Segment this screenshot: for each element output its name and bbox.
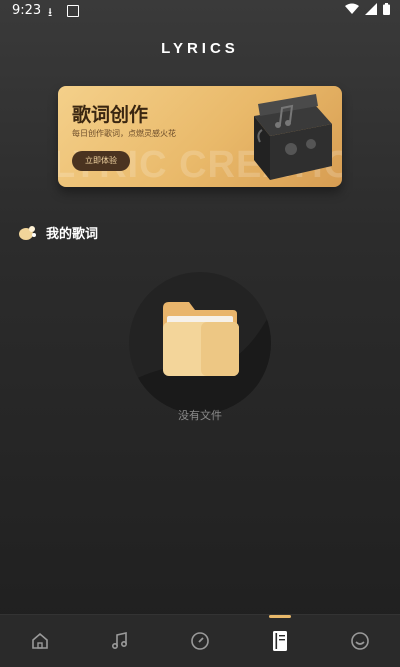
tab-profile[interactable] [340,621,380,661]
notebook-icon [273,631,287,651]
signal-icon [365,3,377,15]
bottom-tab-bar [0,614,400,667]
tab-discover[interactable] [180,621,220,661]
status-bar: 9:23 ⭳ [0,0,400,24]
my-lyrics-header: 我的歌词 [16,222,98,242]
home-icon [32,632,48,649]
compass-icon [191,632,209,650]
wifi-icon [345,3,359,14]
empty-state-text: 没有文件 [178,409,222,422]
folder-icon [163,302,239,376]
tab-lyrics[interactable] [260,615,300,661]
section-title: 我的歌词 [46,226,99,242]
smile-icon [351,632,369,650]
battery-icon [383,3,390,15]
music-box-icon [254,94,332,180]
banner-title: 歌词创作 [72,104,149,126]
tab-home[interactable] [20,621,60,661]
lyrics-section-icon [19,226,36,240]
download-icon: ⭳ [48,5,53,19]
lyric-creation-banner[interactable]: LYRIC CREATION 歌词创作 每日创作歌词，点燃灵感火花 立即体验 [58,86,342,187]
status-time: 9:23 [12,3,42,18]
banner-subtitle: 每日创作歌词，点燃灵感火花 [72,129,176,138]
tab-music[interactable] [100,621,140,661]
try-now-button[interactable]: 立即体验 [72,151,130,171]
image-notification-icon [67,5,79,17]
active-tab-indicator [269,615,291,618]
app-title: LYRICS [161,40,239,57]
music-note-icon [111,632,128,650]
status-icons [345,3,390,15]
